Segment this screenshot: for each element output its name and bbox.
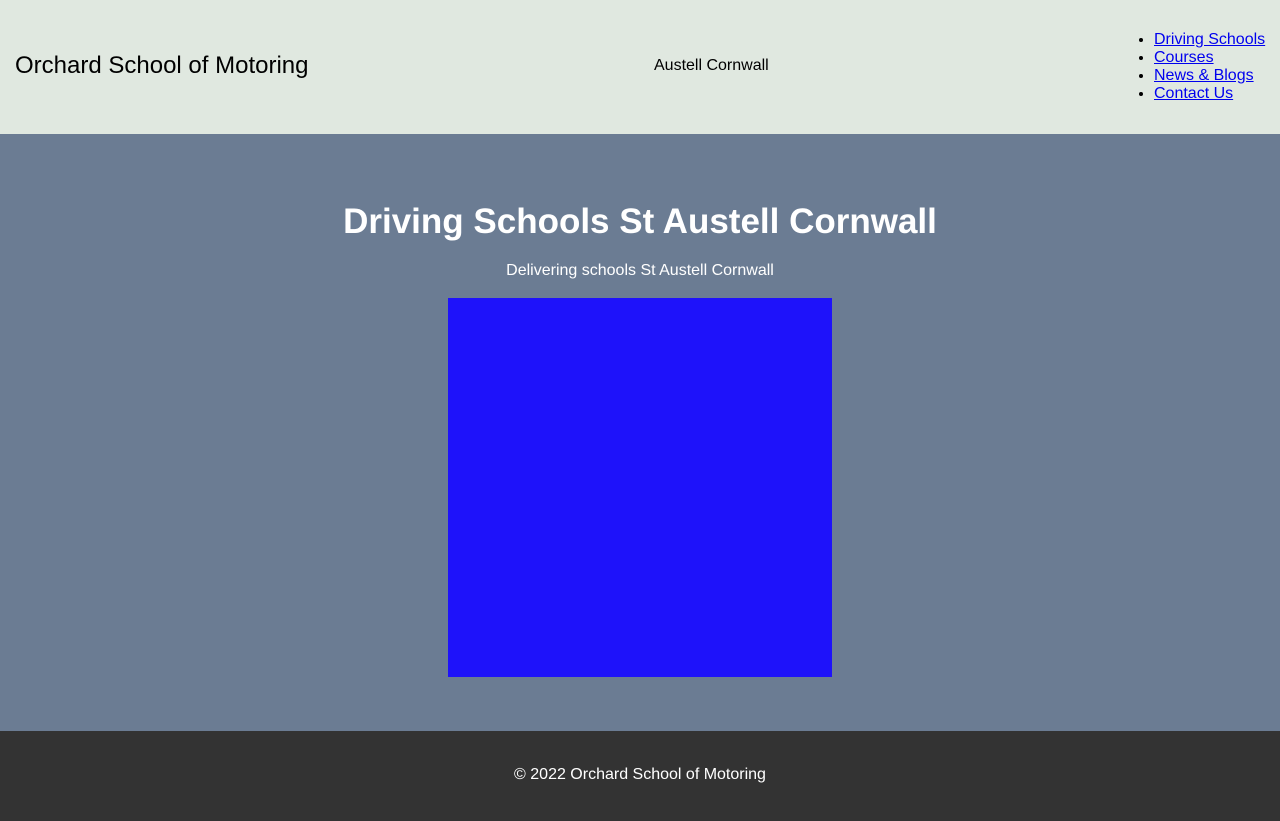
- nav-item-driving-schools: Driving Schools: [1154, 31, 1265, 49]
- header-location: Austell Cornwall: [654, 57, 769, 74]
- nav-item-courses: Courses: [1154, 49, 1265, 67]
- main-nav: Driving Schools Courses News & Blogs Con…: [1114, 31, 1265, 103]
- hero-section: Driving Schools St Austell Cornwall Deli…: [0, 134, 1280, 731]
- site-brand: Orchard School of Motoring: [15, 52, 309, 79]
- nav-item-contact-us: Contact Us: [1154, 85, 1265, 103]
- nav-link-driving-schools[interactable]: Driving Schools: [1154, 31, 1265, 48]
- nav-link-news-blogs[interactable]: News & Blogs: [1154, 67, 1254, 84]
- hero-image: [448, 298, 832, 677]
- hero-title: Driving Schools St Austell Cornwall: [343, 202, 937, 241]
- nav-link-courses[interactable]: Courses: [1154, 49, 1214, 66]
- site-header: Orchard School of Motoring Austell Cornw…: [0, 0, 1280, 134]
- hero-subtitle: Delivering schools St Austell Cornwall: [506, 262, 774, 279]
- nav-item-news-blogs: News & Blogs: [1154, 67, 1265, 85]
- footer-copyright: © 2022 Orchard School of Motoring: [514, 766, 766, 783]
- nav-link-contact-us[interactable]: Contact Us: [1154, 85, 1233, 102]
- site-footer: © 2022 Orchard School of Motoring: [0, 731, 1280, 821]
